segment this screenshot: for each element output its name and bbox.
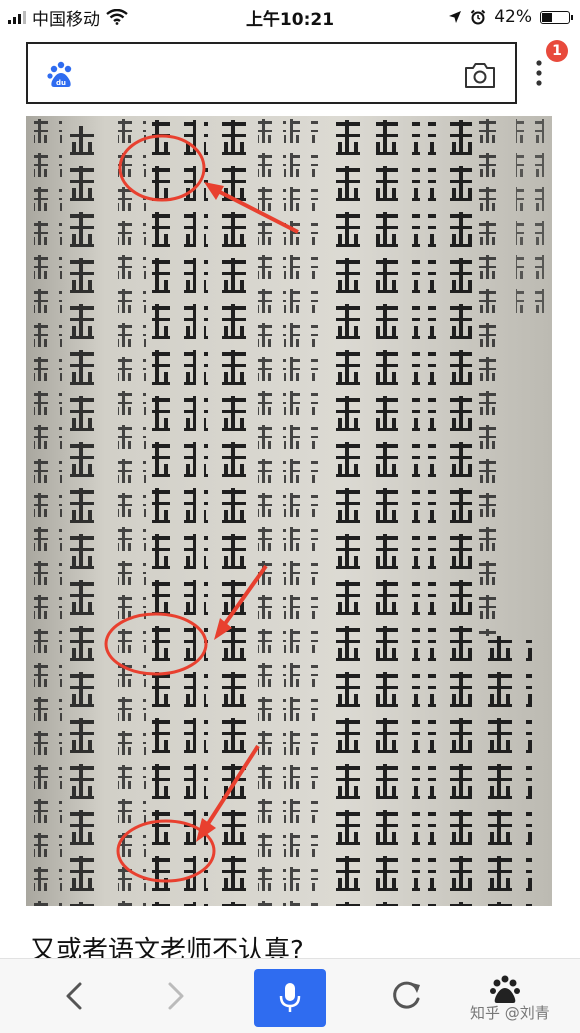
- signal-icon: [8, 10, 26, 24]
- wifi-icon: [106, 9, 128, 25]
- status-right: 42%: [448, 7, 580, 27]
- carrier-label: 中国移动: [32, 9, 100, 30]
- refresh-icon[interactable]: [388, 977, 424, 1013]
- alarm-icon: [470, 9, 486, 25]
- status-bar: 中国移动 上午10:21 42%: [0, 0, 580, 34]
- notification-badge[interactable]: 1: [546, 40, 568, 62]
- book-page-photo: [26, 116, 552, 906]
- microphone-icon: [279, 983, 301, 1012]
- camera-icon[interactable]: [463, 60, 497, 90]
- status-left: 中国移动: [0, 5, 128, 30]
- search-input[interactable]: du: [26, 42, 517, 104]
- svg-text:du: du: [56, 79, 66, 87]
- forward-icon[interactable]: [160, 979, 190, 1013]
- battery-fill: [542, 12, 552, 22]
- battery-percent: 42%: [494, 7, 532, 27]
- back-icon[interactable]: [60, 979, 90, 1013]
- baidu-paw-icon[interactable]: du: [46, 60, 76, 90]
- watermark-label: 知乎 @刘青: [470, 1004, 550, 1022]
- location-icon: [449, 11, 462, 23]
- article-photo: [26, 116, 552, 906]
- article-caption: 又或者语文老师不认真?: [30, 936, 304, 958]
- battery-icon: [540, 10, 573, 24]
- voice-search-button[interactable]: [254, 969, 326, 1027]
